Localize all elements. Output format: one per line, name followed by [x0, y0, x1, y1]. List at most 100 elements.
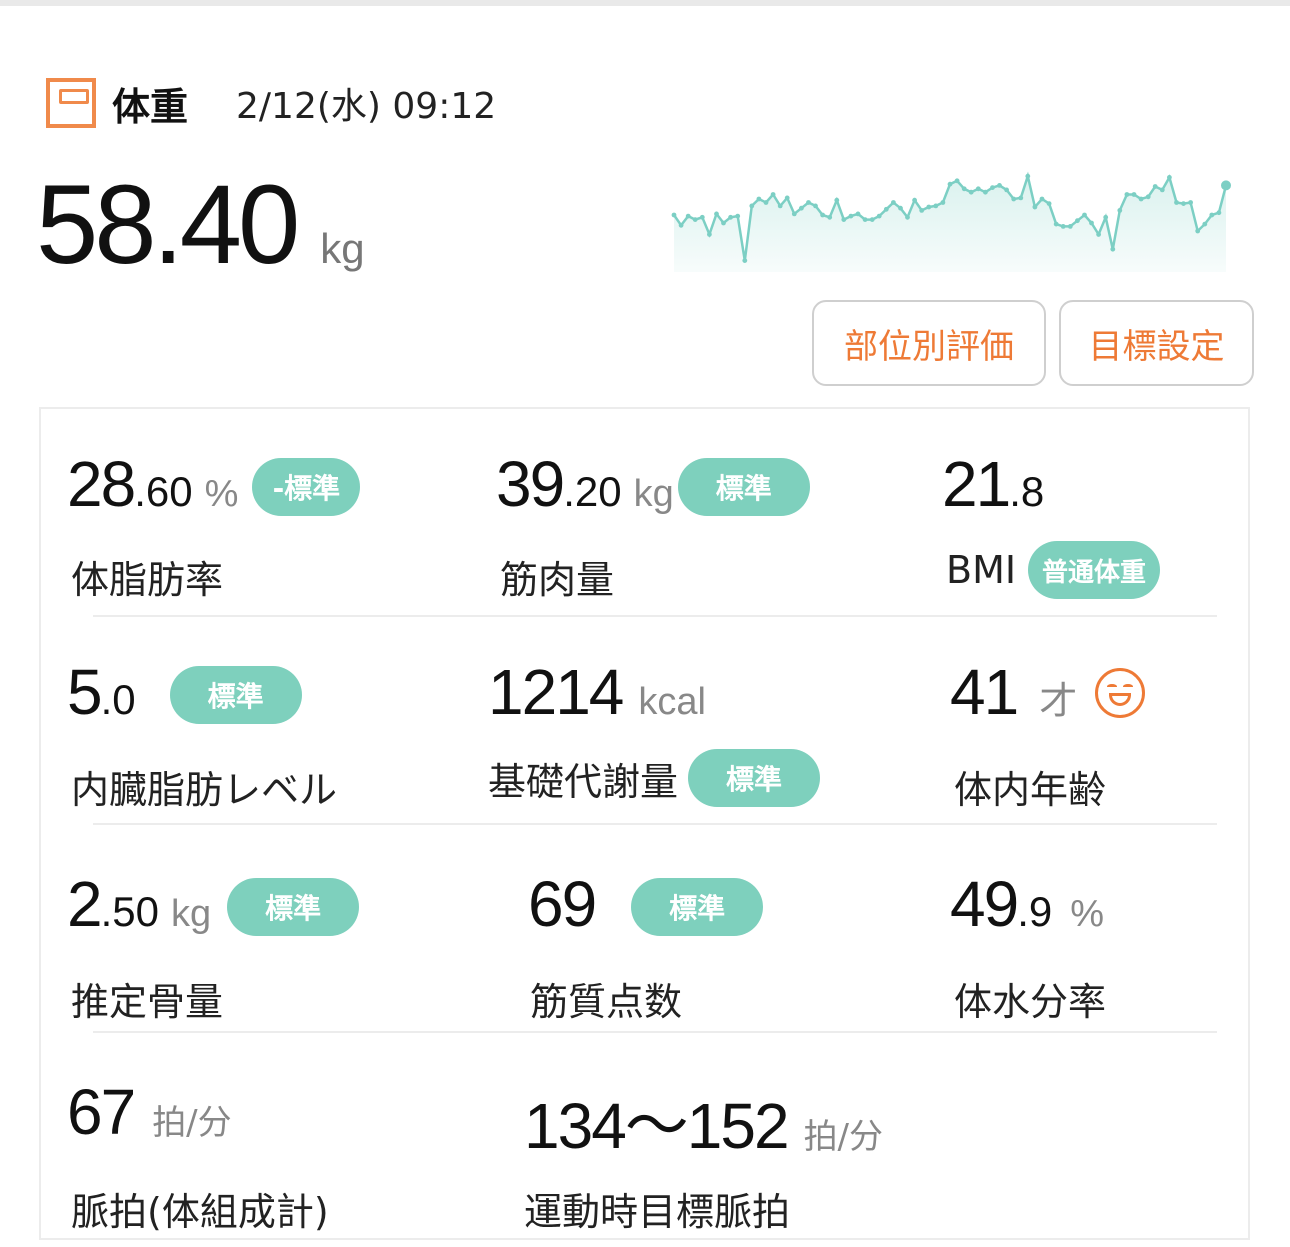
sparkline-point [728, 214, 733, 220]
sparkline-point [1209, 212, 1215, 218]
sparkline-point [671, 212, 677, 218]
sparkline-point [707, 232, 712, 237]
top-divider [0, 0, 1290, 6]
weight-trend-sparkline[interactable] [670, 150, 1235, 280]
sparkline-point [905, 214, 910, 220]
sparkline-point [1181, 201, 1186, 206]
pulse-value: 67 拍/分 [67, 1076, 232, 1148]
sparkline-point [1216, 210, 1222, 216]
measurement-datetime: 2/12(水) 09:12 [236, 86, 497, 127]
sparkline-point [975, 186, 981, 192]
sparkline-point [791, 211, 797, 217]
water-label: 体水分率 [954, 980, 1107, 1024]
sparkline-point [1018, 195, 1024, 201]
sparkline-point [1039, 196, 1045, 202]
sparkline-point [1053, 221, 1059, 227]
sparkline-point [784, 195, 790, 201]
pulse-label: 脈拍(体組成計) [71, 1190, 329, 1234]
sparkline-area [674, 176, 1226, 272]
visceral-label: 内臓脂肪レベル [71, 768, 338, 812]
sparkline-point [1124, 192, 1130, 197]
muscle-label: 筋肉量 [500, 558, 615, 602]
sparkline-point [862, 217, 868, 222]
body-age-label: 体内年齢 [954, 768, 1107, 812]
sparkline-point [912, 197, 917, 203]
sparkline-point [1060, 224, 1066, 229]
sparkline-latest-point [1221, 180, 1231, 191]
bmr-badge: 標準 [688, 749, 821, 807]
sparkline-point [1202, 221, 1208, 227]
sparkline-point [855, 211, 861, 217]
sparkline-point [742, 258, 748, 263]
target-pulse-value: 134〜152 拍/分 [524, 1090, 884, 1162]
sparkline-point [735, 213, 741, 219]
sparkline-point [1082, 212, 1087, 218]
row-divider [93, 1031, 1217, 1033]
sparkline-point [1159, 187, 1165, 193]
sparkline-point [1032, 204, 1038, 210]
sparkline-point [756, 196, 762, 202]
bmi-label-row: BMI 普通体重 [946, 541, 1161, 599]
sparkline-point [721, 220, 726, 226]
sparkline-point [869, 217, 875, 222]
sparkline-point [1103, 214, 1109, 220]
sparkline-point [806, 200, 811, 205]
bone-badge: 標準 [227, 878, 360, 936]
sparkline-point [1174, 200, 1179, 205]
header: 体重 2/12(水) 09:12 [46, 78, 497, 129]
bmi-value: 21.8 [942, 448, 1045, 520]
muscle-score-value: 69 標準 [528, 867, 764, 944]
sparkline-point [1145, 194, 1151, 200]
sparkline-point [947, 181, 953, 187]
row-divider [93, 615, 1217, 617]
sparkline-point [961, 186, 967, 192]
sparkline-point [1004, 187, 1009, 193]
sparkline-point [1046, 201, 1052, 206]
sparkline-point [813, 203, 818, 209]
page-title: 体重 [112, 84, 189, 129]
body-fat-label: 体脂肪率 [71, 558, 224, 602]
muscle-score-badge: 標準 [631, 878, 764, 936]
sparkline-point [678, 222, 684, 228]
sparkline-point [777, 203, 783, 209]
sparkline-point [940, 200, 946, 205]
sparkline-point [820, 212, 825, 218]
sparkline-point [770, 192, 776, 197]
sparkline-point [1188, 200, 1193, 205]
sparkline-point [990, 185, 995, 190]
sparkline-point [1117, 208, 1123, 213]
weight-unit: kg [320, 225, 365, 272]
sparkline-point [919, 208, 925, 213]
sparkline-point [898, 205, 903, 211]
part-eval-button[interactable]: 部位別評価 [812, 300, 1046, 386]
sparkline-point [848, 213, 854, 219]
scale-icon [46, 78, 96, 128]
row-divider [93, 823, 1217, 825]
bone-label: 推定骨量 [71, 980, 224, 1024]
sparkline-point [834, 197, 840, 203]
sparkline-point [883, 206, 889, 212]
sparkline-point [1075, 218, 1080, 224]
visceral-value: 5.0 標準 [67, 655, 302, 732]
sparkline-point [714, 211, 719, 217]
sparkline-point [1195, 228, 1201, 234]
sparkline-point [1025, 173, 1031, 179]
sparkline-point [954, 178, 960, 184]
muscle-value: 39.20 kg 標準 [496, 447, 810, 524]
sparkline-point [1152, 184, 1158, 189]
smile-face-icon [1095, 668, 1146, 718]
muscle-score-label: 筋質点数 [530, 980, 683, 1024]
body-age-value: 41 才 [950, 655, 1146, 729]
target-pulse-label: 運動時目標脈拍 [524, 1190, 791, 1234]
sparkline-point [1011, 196, 1017, 202]
bmr-value: 1214 kcal [488, 656, 706, 728]
sparkline-point [891, 200, 896, 205]
goal-setting-button[interactable]: 目標設定 [1059, 300, 1254, 386]
sparkline-point [827, 214, 833, 220]
sparkline-point [968, 189, 974, 195]
sparkline-point [1167, 175, 1172, 180]
weight-value: 58.40 kg [36, 160, 365, 289]
bmi-badge: 普通体重 [1028, 541, 1161, 599]
bone-value: 2.50 kg 標準 [67, 867, 360, 944]
sparkline-point [926, 204, 932, 210]
